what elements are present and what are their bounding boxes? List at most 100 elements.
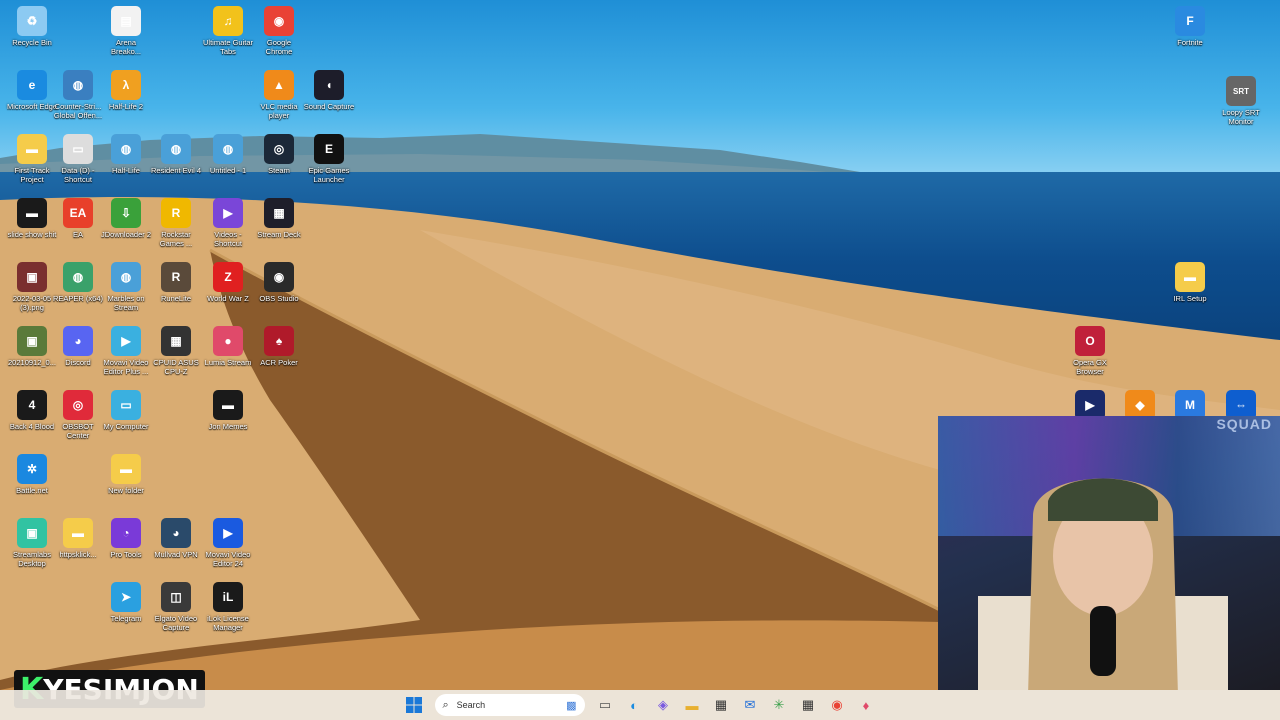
desktop-icon-steam[interactable]: ◎ Steam: [253, 134, 305, 175]
desktop-icon-epic-games[interactable]: E Epic Games Launcher: [303, 134, 355, 184]
desktop-icon-movavi-plus[interactable]: ▶ Movavi Video Editor Plus ...: [100, 326, 152, 376]
halflife-icon: λ: [111, 70, 141, 100]
desktop-icon-label: Streamlabs Desktop: [13, 550, 51, 568]
desktop-icon-world-war-z[interactable]: Z World War Z: [202, 262, 254, 303]
halflife-globe-icon: ◍: [111, 134, 141, 164]
desktop-icon-untitled[interactable]: ◍ Untitled - 1: [202, 134, 254, 175]
desktop-icon-label: New folder: [108, 486, 144, 495]
taskbar-edge[interactable]: ◐: [623, 694, 645, 716]
desktop-icon-lumia[interactable]: ● Lumia Stream: [202, 326, 254, 367]
mail-icon: ✉: [744, 697, 756, 712]
start-button[interactable]: [403, 694, 425, 716]
taskbar-app[interactable]: ✳: [768, 694, 790, 716]
desktop-icon-label: Resident Evil 4: [150, 166, 202, 175]
taskbar-search[interactable]: ⌕ Search ▩: [434, 694, 585, 716]
sound-capture-icon: ◖: [314, 70, 344, 100]
desktop-icon-obs[interactable]: ◉ OBS Studio: [253, 262, 305, 303]
folder-icon: ▬: [213, 390, 243, 420]
desktop-icon-drive[interactable]: ▭ Data (D) - Shortcut: [52, 134, 104, 184]
desktop-icon-chrome[interactable]: ◉ Google Chrome: [253, 6, 305, 56]
desktop-icon-csgo[interactable]: ◍ Counter-Stri... Global Offen...: [52, 70, 104, 120]
desktop-icon-cpuz[interactable]: ▦ CPUID ASUS CPU-Z: [150, 326, 202, 376]
desktop-icon-ilok[interactable]: iL iLok License Manager: [202, 582, 254, 632]
taskbar-stream-deck[interactable]: ▦: [797, 694, 819, 716]
discord-icon: ◕: [63, 326, 93, 356]
desktop-icon-ea[interactable]: EA EA: [52, 198, 104, 239]
desktop-icon-guitar-tabs[interactable]: ♫ Ultimate Guitar Tabs: [202, 6, 254, 56]
desktop-icon-elgato[interactable]: ◫ Elgato Video Capture: [150, 582, 202, 632]
desktop-icon-fortnite[interactable]: F Fortnite: [1164, 6, 1216, 47]
desktop-icon-acr-poker[interactable]: ♠ ACR Poker: [253, 326, 305, 367]
desktop-icon-runelite[interactable]: R RuneLite: [150, 262, 202, 303]
desktop-icon-label: ACR Poker: [260, 358, 298, 367]
desktop-icon-photo-file[interactable]: ▣ 20210912_0...: [6, 326, 58, 367]
desktop-icon-telegram[interactable]: ➤ Telegram: [100, 582, 152, 623]
desktop-icon-marbles[interactable]: ◍ Marbles on Stream: [100, 262, 152, 312]
pro-tools-icon: ◔: [111, 518, 141, 548]
taskbar-store[interactable]: ▦: [710, 694, 732, 716]
desktop-icon-mullvad[interactable]: ◕ Mullvad VPN: [150, 518, 202, 559]
webcam-sign: SQUAD: [1216, 416, 1272, 432]
desktop-icon-folder[interactable]: ▬ IRL Setup: [1164, 262, 1216, 303]
desktop-icon-label: slide show shit: [7, 230, 57, 239]
back4blood-icon: 4: [17, 390, 47, 420]
desktop-icon-jdownloader[interactable]: ⇩ JDownloader 2: [100, 198, 152, 239]
taskbar-lumia[interactable]: ♦: [855, 694, 877, 716]
desktop-icon-folder[interactable]: ▬ httpsklick...: [52, 518, 104, 559]
taskbar-copilot[interactable]: ◈: [652, 694, 674, 716]
desktop-icon-label: CPUID ASUS CPU-Z: [153, 358, 199, 376]
desktop-icon-srt[interactable]: SRT Loopy SRT Monitor: [1215, 76, 1267, 126]
desktop-icon-discord[interactable]: ◕ Discord: [52, 326, 104, 367]
search-icon: ⌕: [442, 698, 449, 711]
taskbar-file-explorer[interactable]: ▭: [594, 694, 616, 716]
desktop-icon-back4blood[interactable]: 4 Back 4 Blood: [6, 390, 58, 431]
desktop-icon-label: EA: [72, 230, 83, 239]
desktop-icon-label: Discord: [65, 358, 91, 367]
taskbar: ⌕ Search ▩ ▭ ◐ ◈ ▬ ▦ ✉ ✳ ▦ ◉ ♦: [0, 690, 1280, 720]
desktop-icon-sound-capture[interactable]: ◖ Sound Capture: [303, 70, 355, 111]
desktop-icon-my-computer[interactable]: ▭ My Computer: [100, 390, 152, 431]
desktop-icon-label: Steam: [268, 166, 290, 175]
desktop-icon-reaper[interactable]: ◍ REAPER (x64): [52, 262, 104, 303]
desktop-icon-label: Recycle Bin: [12, 38, 52, 47]
desktop-icon-videos[interactable]: ▶ Videos - Shortcut: [202, 198, 254, 248]
taskbar-folder[interactable]: ▬: [681, 694, 703, 716]
epic-games-icon: E: [314, 134, 344, 164]
desktop-icon-rockstar[interactable]: R Rockstar Games ...: [150, 198, 202, 248]
desktop-icon-battlenet[interactable]: ✲ Battle.net: [6, 454, 58, 495]
desktop-icon-slideshow[interactable]: ▬ slide show shit: [6, 198, 58, 239]
taskbar-mail[interactable]: ✉: [739, 694, 761, 716]
app-icon: ✳: [773, 697, 785, 712]
desktop-icon-label: Opera GX Browser: [1073, 358, 1107, 376]
desktop-icon-obsbot[interactable]: ◎ OBSBOT Center: [52, 390, 104, 440]
desktop-icon-folder[interactable]: ▬ Jon Memes: [202, 390, 254, 431]
chrome-icon: ◉: [264, 6, 294, 36]
photo-file-icon: ▣: [17, 326, 47, 356]
desktop-icon-image-file[interactable]: ▣ 2022-03-05 (3).png: [6, 262, 58, 312]
desktop-icon-opera-gx[interactable]: O Opera GX Browser: [1064, 326, 1116, 376]
desktop-icon-folder[interactable]: ▬ New folder: [100, 454, 152, 495]
desktop-icon-halflife-globe[interactable]: ◍ Half-Life: [100, 134, 152, 175]
desktop-icon-label: Untitled - 1: [209, 166, 247, 175]
desktop-icon-resident-evil[interactable]: ◍ Resident Evil 4: [150, 134, 202, 175]
desktop-icon-edge[interactable]: e Microsoft Edge: [6, 70, 58, 111]
desktop-icon-arena[interactable]: ▤ Arena Breako...: [100, 6, 152, 56]
desktop-icon-vlc[interactable]: ▲ VLC media player: [253, 70, 305, 120]
taskbar-chrome[interactable]: ◉: [826, 694, 848, 716]
desktop-icon-stream-deck[interactable]: ▦ Stream Deck: [253, 198, 305, 239]
desktop-icon-label: First Track Project: [14, 166, 50, 184]
desktop-icon-movavi[interactable]: ▶ Movavi Video Editor 24: [202, 518, 254, 568]
desktop-icon-pro-tools[interactable]: ◔ Pro Tools: [100, 518, 152, 559]
desktop-icon-streamlabs[interactable]: ▣ Streamlabs Desktop: [6, 518, 58, 568]
folder-icon: ▬: [1175, 262, 1205, 292]
drive-icon: ▭: [63, 134, 93, 164]
jdownloader-icon: ⇩: [111, 198, 141, 228]
stream-deck-icon: ▦: [801, 697, 815, 712]
desktop-icon-label: RuneLite: [160, 294, 192, 303]
desktop-icon-recycle-bin[interactable]: ♻ Recycle Bin: [6, 6, 58, 47]
desktop-icon-label: iLok License Manager: [207, 614, 249, 632]
desktop-icon-folder[interactable]: ▬ First Track Project: [6, 134, 58, 184]
desktop-icon-label: Loopy SRT Monitor: [1222, 108, 1260, 126]
desktop-icon-halflife[interactable]: λ Half-Life 2: [100, 70, 152, 111]
search-highlight-icon: ▩: [566, 699, 577, 712]
